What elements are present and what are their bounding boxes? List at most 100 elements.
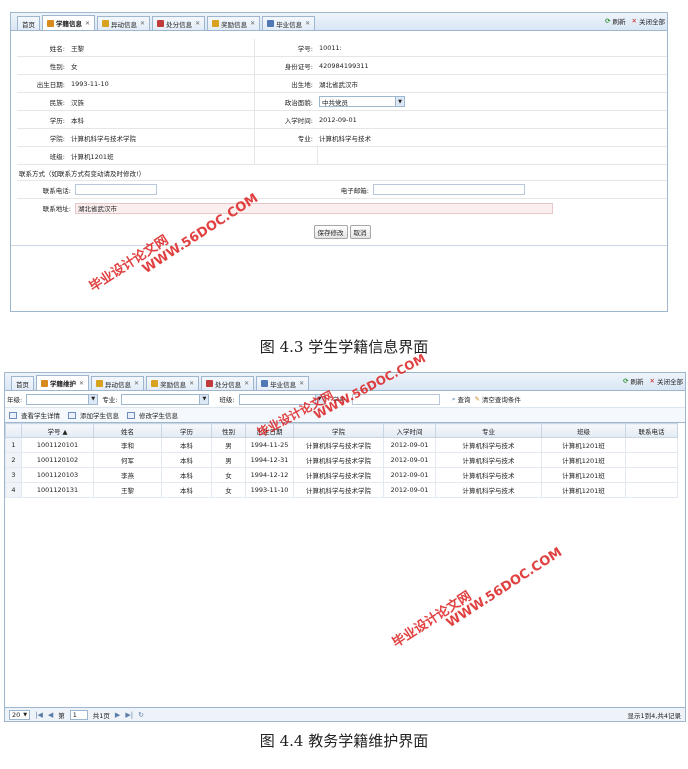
class-select[interactable]: ▼ bbox=[238, 393, 325, 405]
close-icon[interactable]: ✕ bbox=[195, 20, 200, 27]
college-value: 计算机科学与技术学院 bbox=[69, 129, 255, 146]
refresh-button[interactable]: ⟳ 刷新 bbox=[605, 16, 625, 26]
close-all-button[interactable]: ✕ 关闭全部 bbox=[650, 376, 683, 386]
tab-label: 学籍维护 bbox=[50, 380, 76, 388]
tab-item[interactable]: 处分信息 ✕ bbox=[152, 16, 206, 30]
tab-label: 处分信息 bbox=[215, 380, 242, 389]
gender-label: 性别: bbox=[49, 62, 65, 71]
roster-screenshot: 首页 学籍维护 ✕ 异动信息 ✕ 奖励信息 ✕ 处分信息 ✕ 毕业信息 ✕ ⟳ 刷新 ✕ 关闭全部 年级… bbox=[4, 372, 686, 722]
close-icon[interactable]: ✕ bbox=[299, 380, 304, 387]
refresh-button[interactable]: ⟳ 刷新 bbox=[623, 376, 643, 386]
close-icon[interactable]: ✕ bbox=[250, 20, 255, 27]
first-page-icon[interactable]: |◀ bbox=[35, 711, 43, 719]
tab-icon bbox=[206, 380, 214, 387]
column-header[interactable]: 联系电话 bbox=[625, 423, 678, 438]
pagination-bar: 20 ▼ |◀ ◀ 第 1 共1页 ▶ ▶| ↻ 显示1到4,共4记录 bbox=[5, 707, 685, 721]
record-count: 显示1到4,共4记录 bbox=[627, 711, 681, 720]
close-icon[interactable]: ✕ bbox=[79, 380, 84, 387]
column-header[interactable]: 专业 bbox=[435, 423, 542, 438]
close-icon[interactable]: ✕ bbox=[189, 380, 194, 387]
chevron-down-icon: ▼ bbox=[314, 394, 324, 404]
tab-item[interactable]: 异动信息 ✕ bbox=[91, 376, 145, 390]
table-header: 学号 ▲ 姓名 学历 性别 出生日期 学院 入学时间 专业 班级 联系电话 bbox=[5, 423, 678, 438]
student-id-input[interactable] bbox=[351, 393, 440, 405]
close-icon[interactable]: ✕ bbox=[305, 20, 310, 27]
tab-label: 异动信息 bbox=[105, 380, 132, 389]
refresh-icon: ⟳ bbox=[623, 377, 629, 385]
column-header[interactable]: 姓名 bbox=[93, 423, 162, 438]
add-student-button[interactable]: 添加学生信息 bbox=[68, 410, 119, 420]
table-cell: 计算机科学与技术学院 bbox=[293, 452, 384, 468]
table-cell: 王黎 bbox=[93, 482, 162, 498]
row-number: 3 bbox=[5, 467, 22, 483]
tab-item[interactable]: 学籍信息 ✕ bbox=[42, 15, 96, 30]
row-number: 1 bbox=[5, 437, 22, 453]
column-header[interactable]: 学历 bbox=[161, 423, 212, 438]
view-details-button[interactable]: 查看学生详情 bbox=[9, 410, 60, 420]
tab-item[interactable]: 学籍维护 ✕ bbox=[36, 375, 90, 390]
table-row[interactable]: 2 1001120102 何军 本科男 1994-12-31 计算机科学与技术学院 2012… bbox=[5, 452, 678, 468]
close-icon[interactable]: ✕ bbox=[134, 380, 139, 387]
table-cell: 本科 bbox=[161, 482, 212, 498]
page-size-select[interactable]: 20 ▼ bbox=[9, 709, 31, 720]
phone-input[interactable] bbox=[75, 184, 157, 195]
clear-filters-button[interactable]: ✎ 清空查询条件 bbox=[474, 394, 520, 404]
table-row[interactable]: 4 1001120131 王黎 本科女 1993-11-10 计算机科学与技术学院 2012… bbox=[5, 482, 678, 498]
tab-item[interactable]: 毕业信息 ✕ bbox=[262, 16, 316, 30]
enroll-date-label: 入学时间: bbox=[284, 116, 313, 125]
cancel-button[interactable]: 取消 bbox=[349, 225, 371, 239]
table-cell: 女 bbox=[211, 482, 246, 498]
tab-icon bbox=[157, 20, 165, 27]
chevron-down-icon: ▼ bbox=[395, 97, 404, 106]
email-input[interactable] bbox=[373, 184, 525, 195]
tab-home[interactable]: 首页 bbox=[17, 16, 40, 30]
table-cell: 计算机科学与技术 bbox=[435, 467, 542, 483]
contact-section-title: 联系方式（如联系方式有变动请及时修改!） bbox=[17, 165, 667, 181]
close-icon[interactable]: ✕ bbox=[244, 380, 249, 387]
reload-icon[interactable]: ↻ bbox=[138, 711, 144, 719]
table-cell: 男 bbox=[211, 437, 246, 453]
table-row[interactable]: 3 1001120103 李燕 本科女 1994-12-12 计算机科学与技术学院 2012… bbox=[5, 467, 678, 483]
chevron-down-icon: ▼ bbox=[199, 394, 209, 404]
grade-select[interactable]: ▼ bbox=[26, 393, 99, 405]
column-header[interactable]: 出生日期 bbox=[245, 423, 294, 438]
close-icon[interactable]: ✕ bbox=[140, 20, 145, 27]
save-button[interactable]: 保存修改 bbox=[313, 225, 348, 239]
last-page-icon[interactable]: ▶| bbox=[125, 711, 133, 719]
tab-item[interactable]: 奖励信息 ✕ bbox=[146, 376, 200, 390]
next-page-icon[interactable]: ▶ bbox=[115, 711, 120, 719]
tab-home[interactable]: 首页 bbox=[11, 376, 34, 390]
table-row[interactable]: 1 1001120101 李和 本科男 1994-11-25 计算机科学与技术学院 2012… bbox=[5, 437, 678, 453]
tab-label: 毕业信息 bbox=[270, 380, 297, 389]
address-input[interactable]: 湖北省武汉市 bbox=[75, 202, 553, 214]
tab-item[interactable]: 奖励信息 ✕ bbox=[207, 16, 261, 30]
politics-select[interactable]: 中共党员 ▼ bbox=[319, 96, 405, 107]
column-header[interactable]: 性别 bbox=[211, 423, 246, 438]
table-cell: 男 bbox=[211, 452, 246, 468]
tab-item[interactable]: 毕业信息 ✕ bbox=[256, 376, 310, 390]
column-header[interactable]: 入学时间 bbox=[383, 423, 436, 438]
tab-item[interactable]: 处分信息 ✕ bbox=[201, 376, 255, 390]
close-icon[interactable]: ✕ bbox=[85, 20, 90, 27]
close-icon: ✕ bbox=[631, 17, 637, 25]
table-cell: 李燕 bbox=[93, 467, 162, 483]
search-button[interactable]: ⌕ 查询 bbox=[452, 394, 471, 405]
table-cell: 计算机科学与技术 bbox=[435, 452, 542, 468]
edit-student-button[interactable]: 修改学生信息 bbox=[127, 410, 178, 420]
major-label: 专业: bbox=[297, 134, 313, 143]
column-header[interactable]: 班级 bbox=[541, 423, 626, 438]
divider bbox=[11, 245, 667, 246]
table-cell: 计算机科学与技术 bbox=[435, 437, 542, 453]
prev-page-icon[interactable]: ◀ bbox=[48, 711, 53, 719]
column-header[interactable]: 学院 bbox=[293, 423, 384, 438]
major-select[interactable]: ▼ bbox=[121, 393, 210, 405]
tab-item[interactable]: 异动信息 ✕ bbox=[97, 16, 151, 30]
table-cell: 计算机1201班 bbox=[541, 452, 626, 468]
table-cell: 2012-09-01 bbox=[383, 467, 436, 483]
details-icon bbox=[9, 411, 17, 419]
page-input[interactable]: 1 bbox=[69, 709, 88, 720]
close-all-button[interactable]: ✕ 关闭全部 bbox=[632, 16, 665, 26]
table-cell: 2012-09-01 bbox=[383, 452, 436, 468]
column-header[interactable]: 学号 ▲ bbox=[21, 423, 94, 438]
edit-icon bbox=[127, 411, 135, 419]
